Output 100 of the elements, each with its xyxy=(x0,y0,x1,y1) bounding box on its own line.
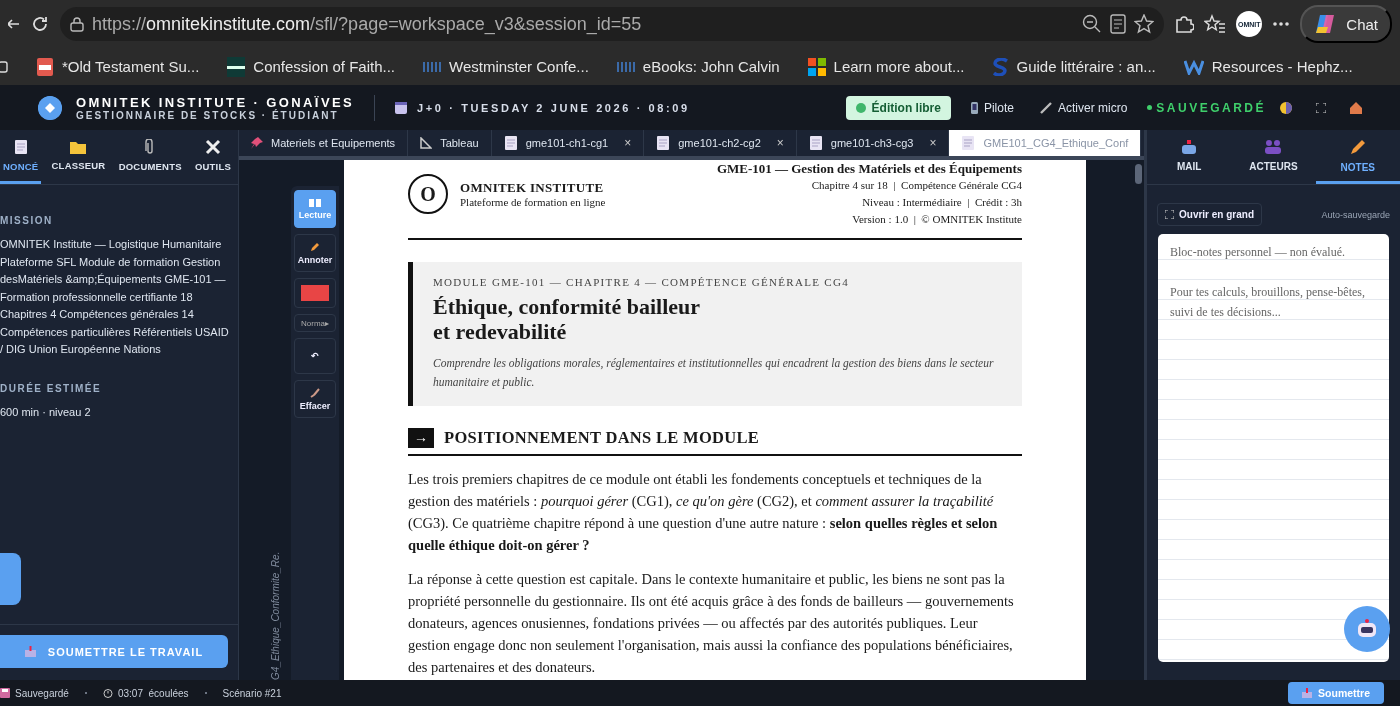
scenario-label: Scénario #21 xyxy=(222,687,282,699)
document-tab[interactable]: Tableau xyxy=(408,130,492,156)
document-tab[interactable]: Materiels et Equipements xyxy=(239,130,409,156)
reader-view-icon[interactable] xyxy=(1110,14,1127,34)
theme-toggle-icon[interactable] xyxy=(1280,101,1292,114)
section-heading: DURÉE ESTIMÉE xyxy=(0,382,103,394)
document-icon xyxy=(961,135,976,151)
bookmark-link[interactable]: eBooks: John Calvin xyxy=(616,58,780,75)
section-heading: MISSION xyxy=(0,215,54,226)
paperclip-icon xyxy=(145,139,156,155)
pin-icon xyxy=(251,137,263,149)
bookmark-link[interactable]: *Old Testament Su... xyxy=(36,56,200,77)
more-icon[interactable] xyxy=(1272,21,1291,27)
phone-icon xyxy=(970,101,978,114)
module-label: MODULE GME-101 — CHAPITRE 4 — COMPÉTENCE GÉNÉRALE CG4 xyxy=(433,276,850,288)
status-dot xyxy=(1147,105,1153,110)
puzzle-icon[interactable] xyxy=(1174,14,1195,34)
pen-size-select[interactable]: Norma▸ xyxy=(294,314,336,332)
folder-icon xyxy=(70,140,87,154)
ruler-triangle-icon xyxy=(420,137,433,149)
address-bar[interactable]: https://omnitekinstitute.com/sfl/?page=workspace_v3&session_id=55 xyxy=(60,7,1165,41)
house-icon[interactable] xyxy=(1350,101,1362,114)
duration-text: 600 min · niveau 2 xyxy=(0,404,92,420)
favorites-icon[interactable] xyxy=(1204,14,1227,34)
document-icon xyxy=(503,135,518,151)
document-icon xyxy=(13,139,28,155)
brush-icon xyxy=(310,387,320,398)
panel-tab[interactable]: MAIL xyxy=(1147,130,1232,184)
save-indicator: Sauvegardé xyxy=(0,687,69,699)
url-text: https://omnitekinstitute.com/sfl/?page=workspace_v3&session_id=55 xyxy=(92,13,642,35)
course-meta: Version : 1.0 | © OMNITEK Institute xyxy=(851,212,1022,227)
sidebar-tab[interactable]: OUTILS xyxy=(191,130,234,184)
scrollbar-thumb[interactable] xyxy=(1135,164,1142,184)
chat-button[interactable]: Chat xyxy=(1300,5,1392,43)
close-icon[interactable]: × xyxy=(624,136,632,150)
sidebar-tab[interactable]: DOCUMENTS xyxy=(115,130,185,184)
zoom-out-icon[interactable] xyxy=(1082,14,1103,34)
save-status: SAUVEGARDÉ xyxy=(1156,100,1266,115)
file-name-label: G4_Ethique_Conformite_Re. xyxy=(270,551,281,680)
undo-button[interactable]: ↶ xyxy=(294,338,336,374)
autosave-label: Auto-sauvegarde xyxy=(1321,209,1390,220)
elapsed-time: 03:07 écoulées xyxy=(102,687,189,699)
letter-w-icon xyxy=(1183,58,1204,75)
book-cover-icon xyxy=(227,56,246,77)
stopwatch-icon xyxy=(102,688,113,698)
panel-tab[interactable]: NOTES xyxy=(1315,130,1400,184)
erase-button[interactable]: Effacer xyxy=(294,380,336,418)
pilot-button[interactable]: Pilote xyxy=(964,99,1020,116)
section-marker: → xyxy=(408,428,434,448)
microphone-button[interactable]: Activer micro xyxy=(1033,99,1134,116)
book-icon xyxy=(309,198,321,207)
institute-name: OMNITEK INSTITUTE xyxy=(460,180,605,196)
star-icon[interactable] xyxy=(1134,14,1155,34)
bookmark-link[interactable]: Resources - Hephz... xyxy=(1183,58,1353,75)
bookmark-link[interactable]: Westminster Confe... xyxy=(423,58,589,75)
annotate-button[interactable]: Annoter xyxy=(294,234,336,272)
robot-icon xyxy=(1356,619,1378,639)
calendar-icon xyxy=(395,101,408,114)
bookmark-link[interactable]: Confession of Faith... xyxy=(227,56,396,77)
date-time-text: J+0 · TUESDAY 2 JUNE 2026 · 08:09 xyxy=(417,101,690,114)
document-icon xyxy=(656,135,671,151)
inbox-tray-icon xyxy=(24,646,36,657)
pencil-icon xyxy=(1348,138,1367,156)
mission-text: OMNITEK Institute — Logistique Humanitaire Plateforme SFL Module de formation Gestion desMatériels &amp;Équipements GME-101 — Formation professionnelle certifiante 18 Chapitres 4 Compétences générales 14 Compétences particulières Référentiels USAID / DIG Union Européenne Nations xyxy=(0,237,230,357)
letter-s-icon xyxy=(992,57,1009,76)
institute-tagline: Plateforme de formation en ligne xyxy=(460,196,606,208)
notes-field[interactable]: Bloc-notes personnel — non évalué. Pour tes calculs, brouillons, pense-bêtes, suivi de tes décisions... xyxy=(1158,234,1389,662)
document-tab[interactable]: gme101-ch1-cg1 × xyxy=(491,130,645,156)
panel-tab[interactable]: ACTEURS xyxy=(1231,130,1316,184)
close-icon[interactable]: × xyxy=(929,136,937,150)
sidebar-tab[interactable]: NONCÉ xyxy=(0,130,42,184)
bookmark-link[interactable]: Learn more about... xyxy=(807,57,965,76)
document-icon xyxy=(808,135,823,151)
sidebar-tab[interactable]: CLASSEUR xyxy=(48,130,109,184)
chapter-title: Éthique, conformité bailleur et redevabilité xyxy=(433,294,702,344)
section-title: POSITIONNEMENT DANS LE MODULE xyxy=(444,428,760,448)
document-tab[interactable]: gme101-ch2-cg2 × xyxy=(644,130,797,156)
brand-subtitle: GESTIONNAIRE DE STOCKS · ÉTUDIANT xyxy=(76,109,340,121)
bookmark-link[interactable]: Guide littéraire : an... xyxy=(992,57,1156,76)
collections-icon[interactable] xyxy=(0,59,8,74)
pencil-icon xyxy=(310,241,320,252)
body-paragraph: Les trois premiers chapitres de ce module ont établi les fondements conceptuels et techniques de la gestion des matériels : pourquoi gérer (CG1), ce qu'on gère (CG2), et comment assurer la traçabilité (CG3). Ce quatrième chapitre répond à une question d'une autre nature : selon quelles règles et selon quelle éthique doit-on gérer ? xyxy=(408,470,999,555)
fullscreen-icon[interactable] xyxy=(1316,102,1326,113)
edit-mode-badge[interactable]: Édition libre xyxy=(845,95,951,120)
color-picker[interactable] xyxy=(294,278,336,308)
stripes-icon xyxy=(616,61,635,72)
expand-button[interactable]: Ouvrir en grand xyxy=(1157,203,1262,226)
expand-icon xyxy=(1165,210,1174,219)
stripes-icon xyxy=(423,61,442,72)
chapter-intro: Comprendre les obligations morales, réglementaires et institutionnelles qui encadrent la gestion des biens dans le secteur humanitaire et public. xyxy=(433,356,995,391)
people-icon xyxy=(1264,139,1283,155)
brand-title: OMNITEK INSTITUTE · GONAÏVES xyxy=(76,94,355,110)
close-icon[interactable]: × xyxy=(776,136,784,150)
mailbox-icon xyxy=(1181,139,1198,155)
course-meta: Niveau : Intermédiaire | Crédit : 3h xyxy=(861,195,1022,210)
logo-icon xyxy=(38,95,62,120)
pdf-icon xyxy=(36,56,54,77)
logo-icon: O xyxy=(408,174,448,214)
course-title: GME-101 — Gestion des Matériels et des Équipements xyxy=(716,160,1022,177)
reload-icon[interactable] xyxy=(30,14,50,34)
